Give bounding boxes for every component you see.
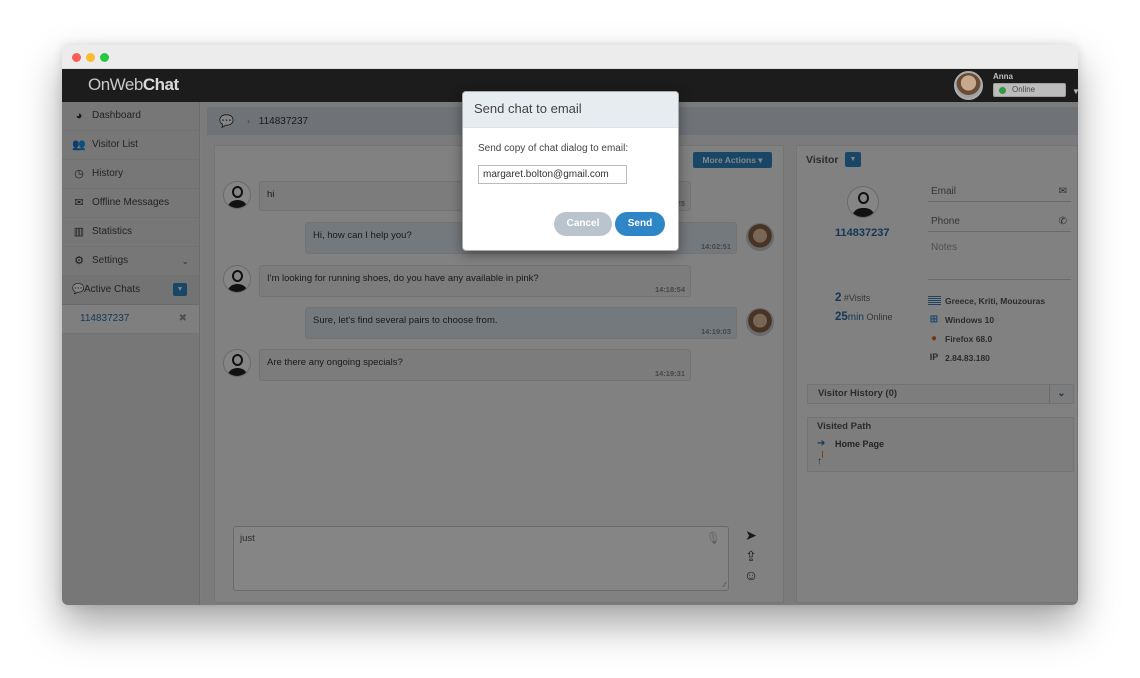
close-window-button[interactable] [72, 53, 81, 62]
cancel-button[interactable]: Cancel [554, 212, 612, 236]
minimize-window-button[interactable] [86, 53, 95, 62]
maximize-window-button[interactable] [100, 53, 109, 62]
send-chat-email-dialog: Send chat to email Send copy of chat dia… [462, 91, 679, 251]
dialog-title: Send chat to email [463, 92, 678, 128]
send-button[interactable]: Send [615, 212, 665, 236]
window-titlebar [62, 45, 1078, 69]
email-input[interactable] [478, 165, 627, 184]
app-window: OnWebChat Anna Online ▼ ◕ Dashboard 👥 Visi… [62, 45, 1078, 605]
dialog-label: Send copy of chat dialog to email: [478, 143, 629, 154]
